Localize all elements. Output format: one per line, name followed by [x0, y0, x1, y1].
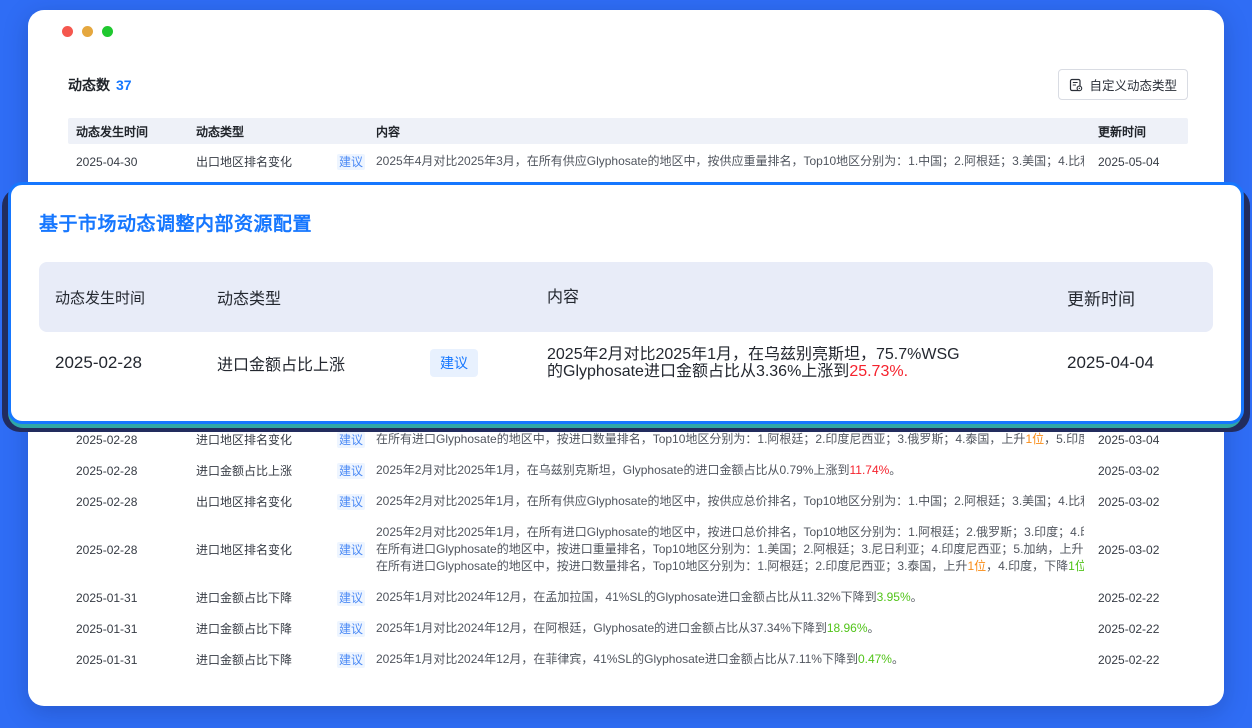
row-content: 2025年1月对比2024年12月，在阿根廷，Glyphosate的进口金额占比…	[376, 620, 1098, 637]
row-badge-cell: 建议	[337, 541, 376, 558]
row-content: 2025年4月对比2025年3月，在所有供应Glyphosate的地区中，按供应…	[376, 153, 1098, 170]
row-date: 2025-01-31	[68, 591, 196, 605]
column-header-updated: 更新时间	[1098, 123, 1188, 140]
row-type: 进口地区排名变化	[196, 541, 337, 558]
dynamics-count: 动态数 37	[68, 75, 132, 95]
row-badge-cell: 建议	[337, 462, 376, 479]
row-badge-cell: 建议	[337, 589, 376, 606]
table-row[interactable]: 2025-02-28 进口地区排名变化 建议 2025年2月对比2025年1月，…	[68, 517, 1188, 582]
row-date: 2025-02-28	[68, 433, 196, 447]
row-updated: 2025-03-02	[1098, 543, 1188, 557]
row-updated: 2025-02-22	[1098, 653, 1188, 667]
row-badge-cell: 建议	[337, 153, 376, 170]
row-updated: 2025-05-04	[1098, 155, 1188, 169]
suggestion-badge: 建议	[337, 463, 365, 479]
row-date: 2025-02-28	[68, 543, 196, 557]
column-header-type: 动态类型	[196, 123, 337, 140]
highlight-callout-card: 基于市场动态调整内部资源配置 动态发生时间 动态类型 内容 更新时间 2025-…	[8, 182, 1244, 424]
maximize-window-button[interactable]	[102, 26, 113, 37]
row-updated: 2025-03-02	[1098, 464, 1188, 478]
page-background: { "colors": { "accent": "#1677ff", "page…	[0, 0, 1252, 728]
suggestion-badge: 建议	[337, 154, 365, 170]
suggestion-badge: 建议	[337, 590, 365, 606]
row-badge-cell: 建议	[337, 651, 376, 668]
customize-button-label: 自定义动态类型	[1089, 75, 1177, 94]
row-updated: 2025-03-04	[1098, 433, 1188, 447]
suggestion-badge: 建议	[337, 542, 365, 558]
row-type: 出口地区排名变化	[196, 493, 337, 510]
row-date: 2025-04-30	[68, 155, 196, 169]
table-row[interactable]: 2025-01-31 进口金额占比下降 建议 2025年1月对比2024年12月…	[68, 644, 1188, 675]
callout-row-updated: 2025-04-04	[1067, 353, 1213, 373]
suggestion-badge: 建议	[337, 652, 365, 668]
row-date: 2025-02-28	[68, 495, 196, 509]
callout-title: 基于市场动态调整内部资源配置	[39, 209, 1213, 236]
row-content: 2025年2月对比2025年1月，在乌兹别克斯坦，Glyphosate的进口金额…	[376, 462, 1098, 479]
row-content: 2025年2月对比2025年1月，在所有进口Glyphosate的地区中，按进口…	[376, 524, 1098, 575]
row-type: 进口金额占比下降	[196, 620, 337, 637]
table-row[interactable]: 2025-01-31 进口金额占比下降 建议 2025年1月对比2024年12月…	[68, 582, 1188, 613]
close-window-button[interactable]	[62, 26, 73, 37]
row-updated: 2025-02-22	[1098, 591, 1188, 605]
document-gear-icon	[1069, 78, 1083, 92]
column-header-content: 内容	[376, 123, 1098, 140]
table-row[interactable]: 2025-04-30 出口地区排名变化 建议 2025年4月对比2025年3月，…	[68, 144, 1188, 179]
callout-table-header: 动态发生时间 动态类型 内容 更新时间	[39, 262, 1213, 332]
row-date: 2025-01-31	[68, 653, 196, 667]
row-badge-cell: 建议	[337, 431, 376, 448]
row-type: 进口金额占比下降	[196, 651, 337, 668]
table-row[interactable]: 2025-02-28 出口地区排名变化 建议 2025年2月对比2025年1月，…	[68, 486, 1188, 517]
callout-column-type: 动态类型	[217, 285, 547, 309]
callout-column-updated: 更新时间	[1067, 285, 1213, 310]
suggestion-badge: 建议	[337, 494, 365, 510]
row-content: 2025年1月对比2024年12月，在孟加拉国，41%SL的Glyphosate…	[376, 589, 1098, 606]
row-type: 进口金额占比下降	[196, 589, 337, 606]
row-content: 2025年2月对比2025年1月，在所有供应Glyphosate的地区中，按供应…	[376, 493, 1098, 510]
row-updated: 2025-03-02	[1098, 495, 1188, 509]
suggestion-badge: 建议	[337, 432, 365, 448]
row-type: 进口地区排名变化	[196, 431, 337, 448]
suggestion-badge: 建议	[337, 621, 365, 637]
callout-row-type: 进口金额占比上涨	[217, 351, 430, 375]
suggestion-badge: 建议	[430, 349, 478, 377]
callout-highlighted-row[interactable]: 2025-02-28 进口金额占比上涨 建议 2025年2月对比2025年1月，…	[39, 346, 1213, 380]
row-badge-cell: 建议	[337, 493, 376, 510]
minimize-window-button[interactable]	[82, 26, 93, 37]
column-header-date: 动态发生时间	[68, 123, 196, 140]
row-badge-cell: 建议	[337, 620, 376, 637]
table-body-top: 2025-04-30 出口地区排名变化 建议 2025年4月对比2025年3月，…	[68, 144, 1188, 179]
table-body-bottom: 2025-02-28 进口地区排名变化 建议 在所有进口Glyphosate的地…	[68, 415, 1188, 675]
table-header-row: 动态发生时间 动态类型 内容 更新时间	[68, 118, 1188, 144]
row-updated: 2025-02-22	[1098, 622, 1188, 636]
row-date: 2025-01-31	[68, 622, 196, 636]
dynamics-count-label: 动态数	[68, 77, 110, 93]
table-row[interactable]: 2025-02-28 进口金额占比上涨 建议 2025年2月对比2025年1月，…	[68, 455, 1188, 486]
customize-dynamic-type-button[interactable]: 自定义动态类型	[1058, 69, 1188, 100]
dynamics-count-value: 37	[116, 77, 132, 93]
row-date: 2025-02-28	[68, 464, 196, 478]
callout-row-date: 2025-02-28	[39, 353, 217, 373]
table-row[interactable]: 2025-01-31 进口金额占比下降 建议 2025年1月对比2024年12月…	[68, 613, 1188, 644]
callout-column-content: 内容	[547, 284, 1067, 311]
row-content: 2025年1月对比2024年12月，在菲律宾，41%SL的Glyphosate进…	[376, 651, 1098, 668]
callout-row-content: 2025年2月对比2025年1月，在乌兹别亮斯坦，75.7%WSG的Glypho…	[547, 346, 1067, 380]
row-type: 出口地区排名变化	[196, 153, 337, 170]
row-content: 在所有进口Glyphosate的地区中，按进口数量排名，Top10地区分别为：1…	[376, 431, 1098, 448]
window-titlebar	[28, 10, 1224, 37]
callout-column-date: 动态发生时间	[39, 287, 217, 308]
row-type: 进口金额占比上涨	[196, 462, 337, 479]
